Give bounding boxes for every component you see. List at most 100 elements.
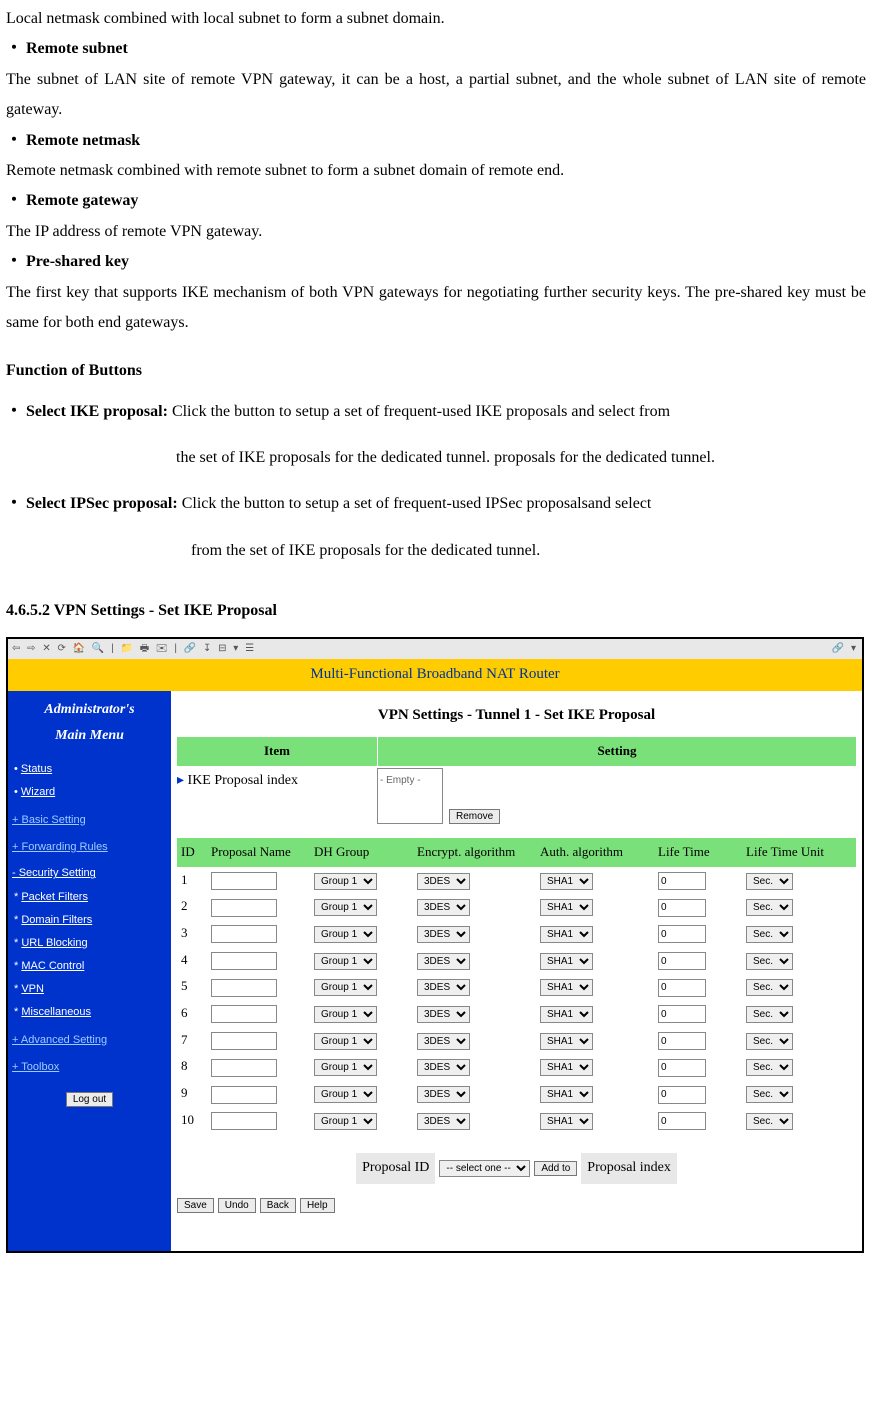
auth-select[interactable]: SHA1 <box>540 1006 593 1023</box>
auth-select[interactable]: SHA1 <box>540 1059 593 1076</box>
life-unit-select[interactable]: Sec. <box>746 953 793 970</box>
dh-group-select[interactable]: Group 1 <box>314 1086 377 1103</box>
auth-select[interactable]: SHA1 <box>540 953 593 970</box>
nav-security-setting[interactable]: - Security Setting <box>12 863 167 884</box>
col-proposal-name: Proposal Name <box>207 840 310 865</box>
save-button[interactable]: Save <box>177 1198 214 1213</box>
auth-select[interactable]: SHA1 <box>540 899 593 916</box>
page-title: VPN Settings - Tunnel 1 - Set IKE Propos… <box>177 701 856 730</box>
proposal-name-input[interactable] <box>211 952 277 970</box>
encrypt-select[interactable]: 3DES <box>417 1006 470 1023</box>
dh-group-select[interactable]: Group 1 <box>314 873 377 890</box>
remove-button[interactable]: Remove <box>449 809 500 824</box>
dh-group-select[interactable]: Group 1 <box>314 1059 377 1076</box>
life-time-input[interactable] <box>658 1032 706 1050</box>
sidebar-title: Administrator'sMain Menu <box>12 697 167 750</box>
life-time-input[interactable] <box>658 872 706 890</box>
help-button[interactable]: Help <box>300 1198 335 1213</box>
dh-group-select[interactable]: Group 1 <box>314 979 377 996</box>
encrypt-select[interactable]: 3DES <box>417 899 470 916</box>
proposal-name-input[interactable] <box>211 979 277 997</box>
nav-miscellaneous[interactable]: Miscellaneous <box>14 1001 167 1024</box>
dh-group-select[interactable]: Group 1 <box>314 1033 377 1050</box>
life-time-input[interactable] <box>658 899 706 917</box>
proposal-name-input[interactable] <box>211 872 277 890</box>
life-unit-select[interactable]: Sec. <box>746 1086 793 1103</box>
life-unit-select[interactable]: Sec. <box>746 1033 793 1050</box>
life-unit-select[interactable]: Sec. <box>746 873 793 890</box>
encrypt-select[interactable]: 3DES <box>417 873 470 890</box>
proposal-name-input[interactable] <box>211 1032 277 1050</box>
proposal-name-input[interactable] <box>211 1005 277 1023</box>
life-unit-select[interactable]: Sec. <box>746 1059 793 1076</box>
heading-remote-netmask: ・ Remote netmask <box>6 126 866 156</box>
encrypt-select[interactable]: 3DES <box>417 1113 470 1130</box>
auth-select[interactable]: SHA1 <box>540 1086 593 1103</box>
encrypt-select[interactable]: 3DES <box>417 1059 470 1076</box>
proposal-name-input[interactable] <box>211 1059 277 1077</box>
encrypt-select[interactable]: 3DES <box>417 953 470 970</box>
encrypt-select[interactable]: 3DES <box>417 979 470 996</box>
life-unit-select[interactable]: Sec. <box>746 1113 793 1130</box>
row-id: 6 <box>177 1001 207 1026</box>
heading-remote-subnet: ・ Remote subnet <box>6 34 866 64</box>
nav-toolbox[interactable]: + Toolbox <box>12 1057 167 1078</box>
table-row: 10Group 13DESSHA1Sec. <box>177 1107 856 1134</box>
life-time-input[interactable] <box>658 925 706 943</box>
table-row: 6 Group 1 3DES SHA1 Sec. <box>177 1000 856 1027</box>
nav-vpn[interactable]: VPN <box>14 978 167 1001</box>
life-unit-select[interactable]: Sec. <box>746 926 793 943</box>
nav-basic-setting[interactable]: + Basic Setting <box>12 810 167 831</box>
nav-status[interactable]: Status <box>14 758 167 781</box>
router-screenshot: ⇦ ⇨ ✕ ⟳ 🏠 🔍 | 📁 🖶 ✉ | 🔗 ↧ ⊟ ▾ ☰ 🔗 ▾ Mult… <box>6 637 864 1253</box>
col-dh-group: DH Group <box>310 840 413 865</box>
proposal-id-select[interactable]: -- select one -- <box>439 1160 530 1177</box>
col-life-unit: Life Time Unit <box>742 840 850 865</box>
nav-domain-filters[interactable]: Domain Filters <box>14 909 167 932</box>
dh-group-select[interactable]: Group 1 <box>314 1113 377 1130</box>
life-unit-select[interactable]: Sec. <box>746 1006 793 1023</box>
life-time-input[interactable] <box>658 1059 706 1077</box>
col-id: ID <box>177 840 207 865</box>
auth-select[interactable]: SHA1 <box>540 873 593 890</box>
life-time-input[interactable] <box>658 979 706 997</box>
life-time-input[interactable] <box>658 1112 706 1130</box>
nav-wizard[interactable]: Wizard <box>14 781 167 804</box>
auth-select[interactable]: SHA1 <box>540 1033 593 1050</box>
table-row: 2Group 13DESSHA1Sec. <box>177 893 856 920</box>
paragraph-remote-subnet: The subnet of LAN site of remote VPN gat… <box>6 65 866 126</box>
encrypt-select[interactable]: 3DES <box>417 926 470 943</box>
dh-group-select[interactable]: Group 1 <box>314 1006 377 1023</box>
proposal-name-input[interactable] <box>211 1086 277 1104</box>
back-button[interactable]: Back <box>260 1198 296 1213</box>
ike-index-list[interactable]: - Empty - <box>377 768 443 824</box>
auth-select[interactable]: SHA1 <box>540 1113 593 1130</box>
nav-mac-control[interactable]: MAC Control <box>14 955 167 978</box>
dh-group-select[interactable]: Group 1 <box>314 953 377 970</box>
auth-select[interactable]: SHA1 <box>540 926 593 943</box>
add-to-button[interactable]: Add to <box>534 1161 577 1176</box>
encrypt-select[interactable]: 3DES <box>417 1033 470 1050</box>
logout-button[interactable]: Log out <box>66 1092 113 1107</box>
nav-url-blocking[interactable]: URL Blocking <box>14 932 167 955</box>
nav-forwarding-rules[interactable]: + Forwarding Rules <box>12 837 167 858</box>
proposal-name-input[interactable] <box>211 899 277 917</box>
life-time-input[interactable] <box>658 1086 706 1104</box>
life-unit-select[interactable]: Sec. <box>746 979 793 996</box>
undo-button[interactable]: Undo <box>218 1198 256 1213</box>
encrypt-select[interactable]: 3DES <box>417 1086 470 1103</box>
nav-advanced-setting[interactable]: + Advanced Setting <box>12 1030 167 1051</box>
nav-packet-filters[interactable]: Packet Filters <box>14 886 167 909</box>
auth-select[interactable]: SHA1 <box>540 979 593 996</box>
life-unit-select[interactable]: Sec. <box>746 899 793 916</box>
col-life-time: Life Time <box>654 840 742 865</box>
dh-group-select[interactable]: Group 1 <box>314 926 377 943</box>
heading-function-of-buttons: Function of Buttons <box>6 356 866 386</box>
life-time-input[interactable] <box>658 1005 706 1023</box>
paragraph-preshared-key: The first key that supports IKE mechanis… <box>6 278 866 339</box>
dh-group-select[interactable]: Group 1 <box>314 899 377 916</box>
label-select-ipsec: ・ Select IPSec proposal: <box>6 495 182 512</box>
life-time-input[interactable] <box>658 952 706 970</box>
proposal-name-input[interactable] <box>211 925 277 943</box>
proposal-name-input[interactable] <box>211 1112 277 1130</box>
